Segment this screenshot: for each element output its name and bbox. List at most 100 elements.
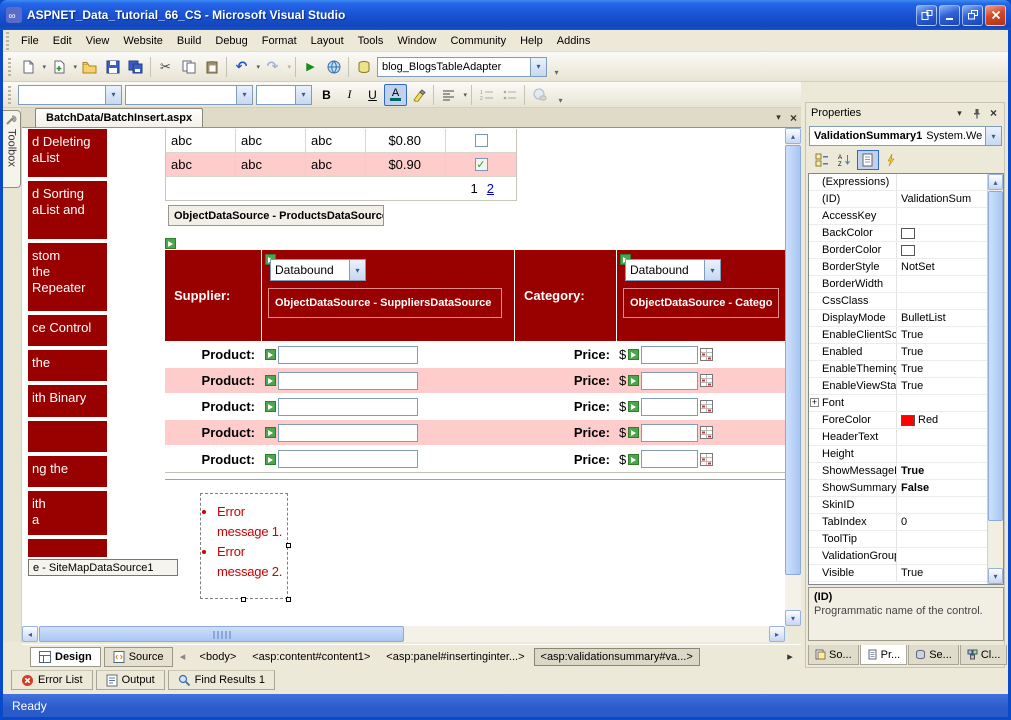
save-all-button[interactable] [124,56,147,78]
menu-item[interactable]: Website [116,30,170,51]
menu-item[interactable]: Community [443,30,513,51]
undo-button[interactable] [230,56,261,78]
sidebar-nav-item[interactable]: the [28,350,107,381]
property-row[interactable]: Visible True [809,565,987,582]
chevron-down-icon[interactable] [704,260,720,280]
tag-scroll-left-button[interactable] [176,648,190,666]
find-results-tab[interactable]: Find Results 1 [167,670,275,690]
resize-handle[interactable] [286,543,291,548]
property-value-cell[interactable] [897,225,987,241]
tag-navigator-item[interactable]: <asp:validationsummary#va...> [533,647,700,666]
document-tab[interactable]: BatchData/BatchInsert.aspx [35,108,204,127]
chevron-down-icon[interactable] [295,85,311,104]
sidebar-nav-item[interactable]: stom the Repeater [28,243,107,311]
validation-summary-control[interactable]: Error message 1.Error message 2. [200,493,291,602]
underline-button[interactable]: U [361,84,384,106]
restore-button[interactable] [962,4,983,26]
textbox-control-glyph[interactable] [265,375,276,386]
property-value-cell[interactable] [897,429,987,445]
class-view-tab[interactable]: Cl... [959,645,1008,665]
font-size-combo[interactable] [256,84,312,105]
menu-item[interactable]: Help [513,30,550,51]
property-value-cell[interactable] [897,242,987,258]
panel-control-glyph[interactable] [165,238,176,249]
alignment-button[interactable] [437,84,468,106]
toolbar-overflow-button[interactable] [550,57,563,77]
property-value-cell[interactable] [897,531,987,547]
properties-view-button[interactable] [857,150,879,170]
price-validator-icon[interactable] [700,426,714,439]
property-row[interactable]: TabIndex 0 [809,514,987,531]
scroll-down-button[interactable] [785,610,801,626]
textbox-control-glyph[interactable] [265,427,276,438]
open-file-button[interactable] [78,56,101,78]
price-textbox[interactable] [641,423,699,442]
events-button[interactable] [880,150,902,170]
products-datasource-control[interactable]: ObjectDataSource - ProductsDataSource [168,205,384,226]
categories-datasource-control[interactable]: ObjectDataSource - Catego [623,288,779,318]
product-textbox[interactable] [278,450,418,468]
menu-item[interactable]: Window [390,30,443,51]
chevron-down-icon[interactable] [985,127,1001,145]
textbox-control-glyph[interactable] [628,427,640,438]
product-textbox[interactable] [278,345,418,364]
font-combo[interactable] [125,84,253,105]
add-item-button[interactable] [47,56,78,78]
property-value-cell[interactable] [897,446,987,462]
horizontal-scrollbar-thumb[interactable] [39,626,404,642]
property-value-cell[interactable] [897,395,987,411]
minimize-button[interactable] [939,4,960,26]
scroll-right-button[interactable] [769,626,785,642]
toolbar-grip[interactable] [7,85,12,104]
menu-item[interactable]: Format [255,30,304,51]
sidebar-nav-item[interactable]: ce Control [28,315,107,346]
property-row[interactable]: (ID) ValidationSum [809,191,987,208]
menu-item[interactable]: Build [170,30,208,51]
properties-tab[interactable]: Pr... [859,645,908,665]
property-value-cell[interactable]: True [897,565,987,581]
object-selector-combo[interactable]: ValidationSummary1 System.We [809,126,1002,146]
view-in-browser-button[interactable] [322,56,345,78]
property-row[interactable]: ShowMessageBo True [809,463,987,480]
hyperlink-button[interactable] [528,84,551,106]
paste-button[interactable] [200,56,223,78]
property-value-cell[interactable] [897,293,987,309]
error-list-tab[interactable]: Error List [11,670,93,690]
product-textbox[interactable] [278,397,418,416]
tag-scroll-right-button[interactable] [783,648,797,666]
property-value-cell[interactable]: ValidationSum [897,191,987,207]
solution-explorer-tab[interactable]: So... [808,645,859,665]
textbox-control-glyph[interactable] [628,349,640,360]
textbox-control-glyph[interactable] [265,349,276,360]
tag-navigator-item[interactable]: <body> [193,648,244,666]
menubar-grip[interactable] [5,31,10,50]
output-tab[interactable]: Output [95,670,165,690]
switch-windows-button[interactable] [916,4,937,26]
textbox-control-glyph[interactable] [265,401,276,412]
alphabetical-button[interactable]: AZ [834,150,856,170]
save-button[interactable] [101,56,124,78]
toolbar-grip[interactable] [7,57,12,76]
chevron-down-icon[interactable] [236,85,252,104]
property-row[interactable]: Height [809,446,987,463]
property-value-cell[interactable]: NotSet [897,259,987,275]
sitemap-datasource-control[interactable]: e - SiteMapDataSource1 [28,559,178,576]
property-value-cell[interactable] [897,208,987,224]
property-value-cell[interactable]: True [897,327,987,343]
property-row[interactable]: ShowSummary False [809,480,987,497]
property-value-cell[interactable]: True [897,463,987,479]
price-textbox[interactable] [641,397,699,416]
expand-icon[interactable] [810,398,819,407]
price-textbox[interactable] [641,371,699,390]
menu-item[interactable]: Edit [46,30,79,51]
tag-navigator-item[interactable]: <asp:content#content1> [245,648,377,666]
product-textbox[interactable] [278,423,418,442]
price-validator-icon[interactable] [700,452,714,466]
menu-item[interactable]: Layout [304,30,351,51]
property-row[interactable]: BorderStyle NotSet [809,259,987,276]
price-validator-icon[interactable] [700,374,714,387]
vertical-scrollbar-thumb[interactable] [785,145,801,575]
pager-page-link[interactable]: 2 [487,181,494,196]
sidebar-nav-item[interactable]: d Sorting aList and [28,181,107,239]
design-view-tab[interactable]: Design [30,646,101,667]
